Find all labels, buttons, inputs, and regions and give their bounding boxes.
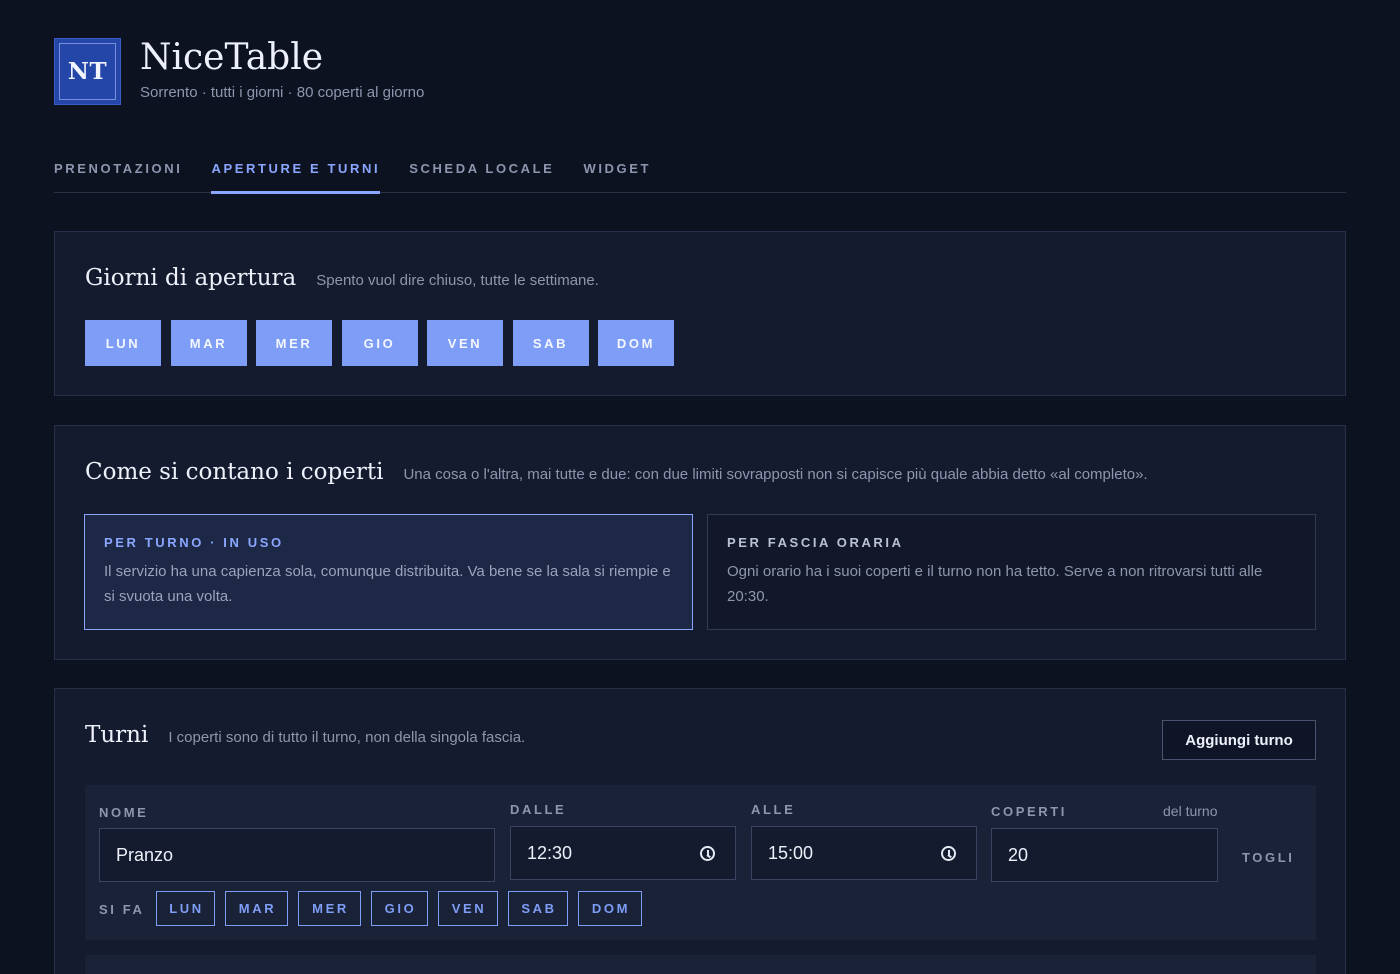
day-toggle-gio[interactable]: GIO [341,320,418,366]
day-toggle-mar[interactable]: MAR [170,320,247,366]
app-logo: NT [54,38,121,105]
shift-to-time-input[interactable]: 15:00 [751,826,977,880]
app-name: NiceTable [140,37,324,78]
covers-counting-description: Una cosa o l'altra, mai tutte e due: con… [403,466,1148,483]
clock-icon[interactable] [700,846,715,861]
tab-scheda-locale[interactable]: SCHEDA LOCALE [409,150,554,193]
shift-row [85,955,1316,974]
opening-days-title: Giorni di apertura [85,265,297,291]
day-toggle-dom[interactable]: DOM [598,320,674,366]
shift-day-mer[interactable]: MER [298,891,361,926]
day-toggle-sab[interactable]: SAB [512,320,589,366]
tab-prenotazioni[interactable]: PRENOTAZIONI [54,150,182,193]
shift-from-time-input[interactable]: 12:30 [510,826,736,880]
shift-name-input[interactable]: Pranzo [99,828,495,882]
shift-day-toggles: LUN MAR MER GIO VEN SAB DOM [156,891,652,926]
shifts-description: I coperti sono di tutto il turno, non de… [168,729,526,746]
covers-counting-panel: Come si contano i coperti Una cosa o l'a… [54,425,1346,660]
app-subtitle: Sorrento · tutti i giorni · 80 coperti a… [140,84,425,101]
shift-day-ven[interactable]: VEN [438,891,498,926]
shift-days-label: SI FA [99,902,145,917]
mode-option-title: PER TURNO · IN USO [104,535,284,550]
mode-option-title: PER FASCIA ORARIA [727,535,904,550]
shift-row: NOME Pranzo DALLE 12:30 ALLE 15:00 COPER… [85,785,1316,940]
shift-covers-input[interactable]: 20 [991,828,1218,882]
shifts-title: Turni [85,722,149,748]
shift-covers-hint: del turno [1163,803,1218,819]
shift-day-dom[interactable]: DOM [578,891,642,926]
mode-option-per-fascia-oraria[interactable]: PER FASCIA ORARIA Ogni orario ha i suoi … [707,514,1316,630]
add-shift-button[interactable]: Aggiungi turno [1162,720,1316,760]
mode-option-per-turno[interactable]: PER TURNO · IN USO Il servizio ha una ca… [84,514,693,630]
tab-aperture-e-turni[interactable]: APERTURE E TURNI [211,150,380,194]
day-toggle-ven[interactable]: VEN [427,320,503,366]
logo-initials: NT [67,58,108,85]
shift-name-label: NOME [99,805,149,820]
shift-day-gio[interactable]: GIO [371,891,428,926]
opening-days-header: Giorni di apertura Spento vuol dire chiu… [85,265,599,291]
remove-shift-button[interactable]: TOGLI [1242,850,1294,865]
shifts-panel: Turni I coperti sono di tutto il turno, … [54,688,1346,974]
app-header: NT NiceTable Sorrento · tutti i giorni ·… [54,38,424,105]
shift-covers-label: COPERTI [991,804,1067,819]
opening-days-panel: Giorni di apertura Spento vuol dire chiu… [54,231,1346,396]
shift-from-label: DALLE [510,802,567,817]
shift-from-value: 12:30 [527,842,573,863]
mode-option-text: Il servizio ha una capienza sola, comunq… [104,563,671,605]
main-tabs: PRENOTAZIONI APERTURE E TURNI SCHEDA LOC… [54,150,1346,194]
shift-day-mar[interactable]: MAR [225,891,288,926]
shifts-header: Turni I coperti sono di tutto il turno, … [85,722,525,748]
shift-day-lun[interactable]: LUN [156,891,215,926]
clock-icon[interactable] [941,846,956,861]
day-toggle-mer[interactable]: MER [256,320,332,366]
shift-to-label: ALLE [751,802,796,817]
tab-widget[interactable]: WIDGET [583,150,651,193]
covers-counting-header: Come si contano i coperti Una cosa o l'a… [85,459,1148,485]
shift-to-value: 15:00 [768,842,814,863]
covers-counting-title: Come si contano i coperti [85,459,384,485]
mode-option-text: Ogni orario ha i suoi coperti e il turno… [727,563,1263,605]
opening-day-toggles: LUN MAR MER GIO VEN SAB DOM [85,320,684,366]
shift-day-sab[interactable]: SAB [508,891,568,926]
opening-days-description: Spento vuol dire chiuso, tutte le settim… [316,272,599,289]
brand: NiceTable Sorrento · tutti i giorni · 80… [140,37,425,102]
day-toggle-lun[interactable]: LUN [85,320,161,366]
